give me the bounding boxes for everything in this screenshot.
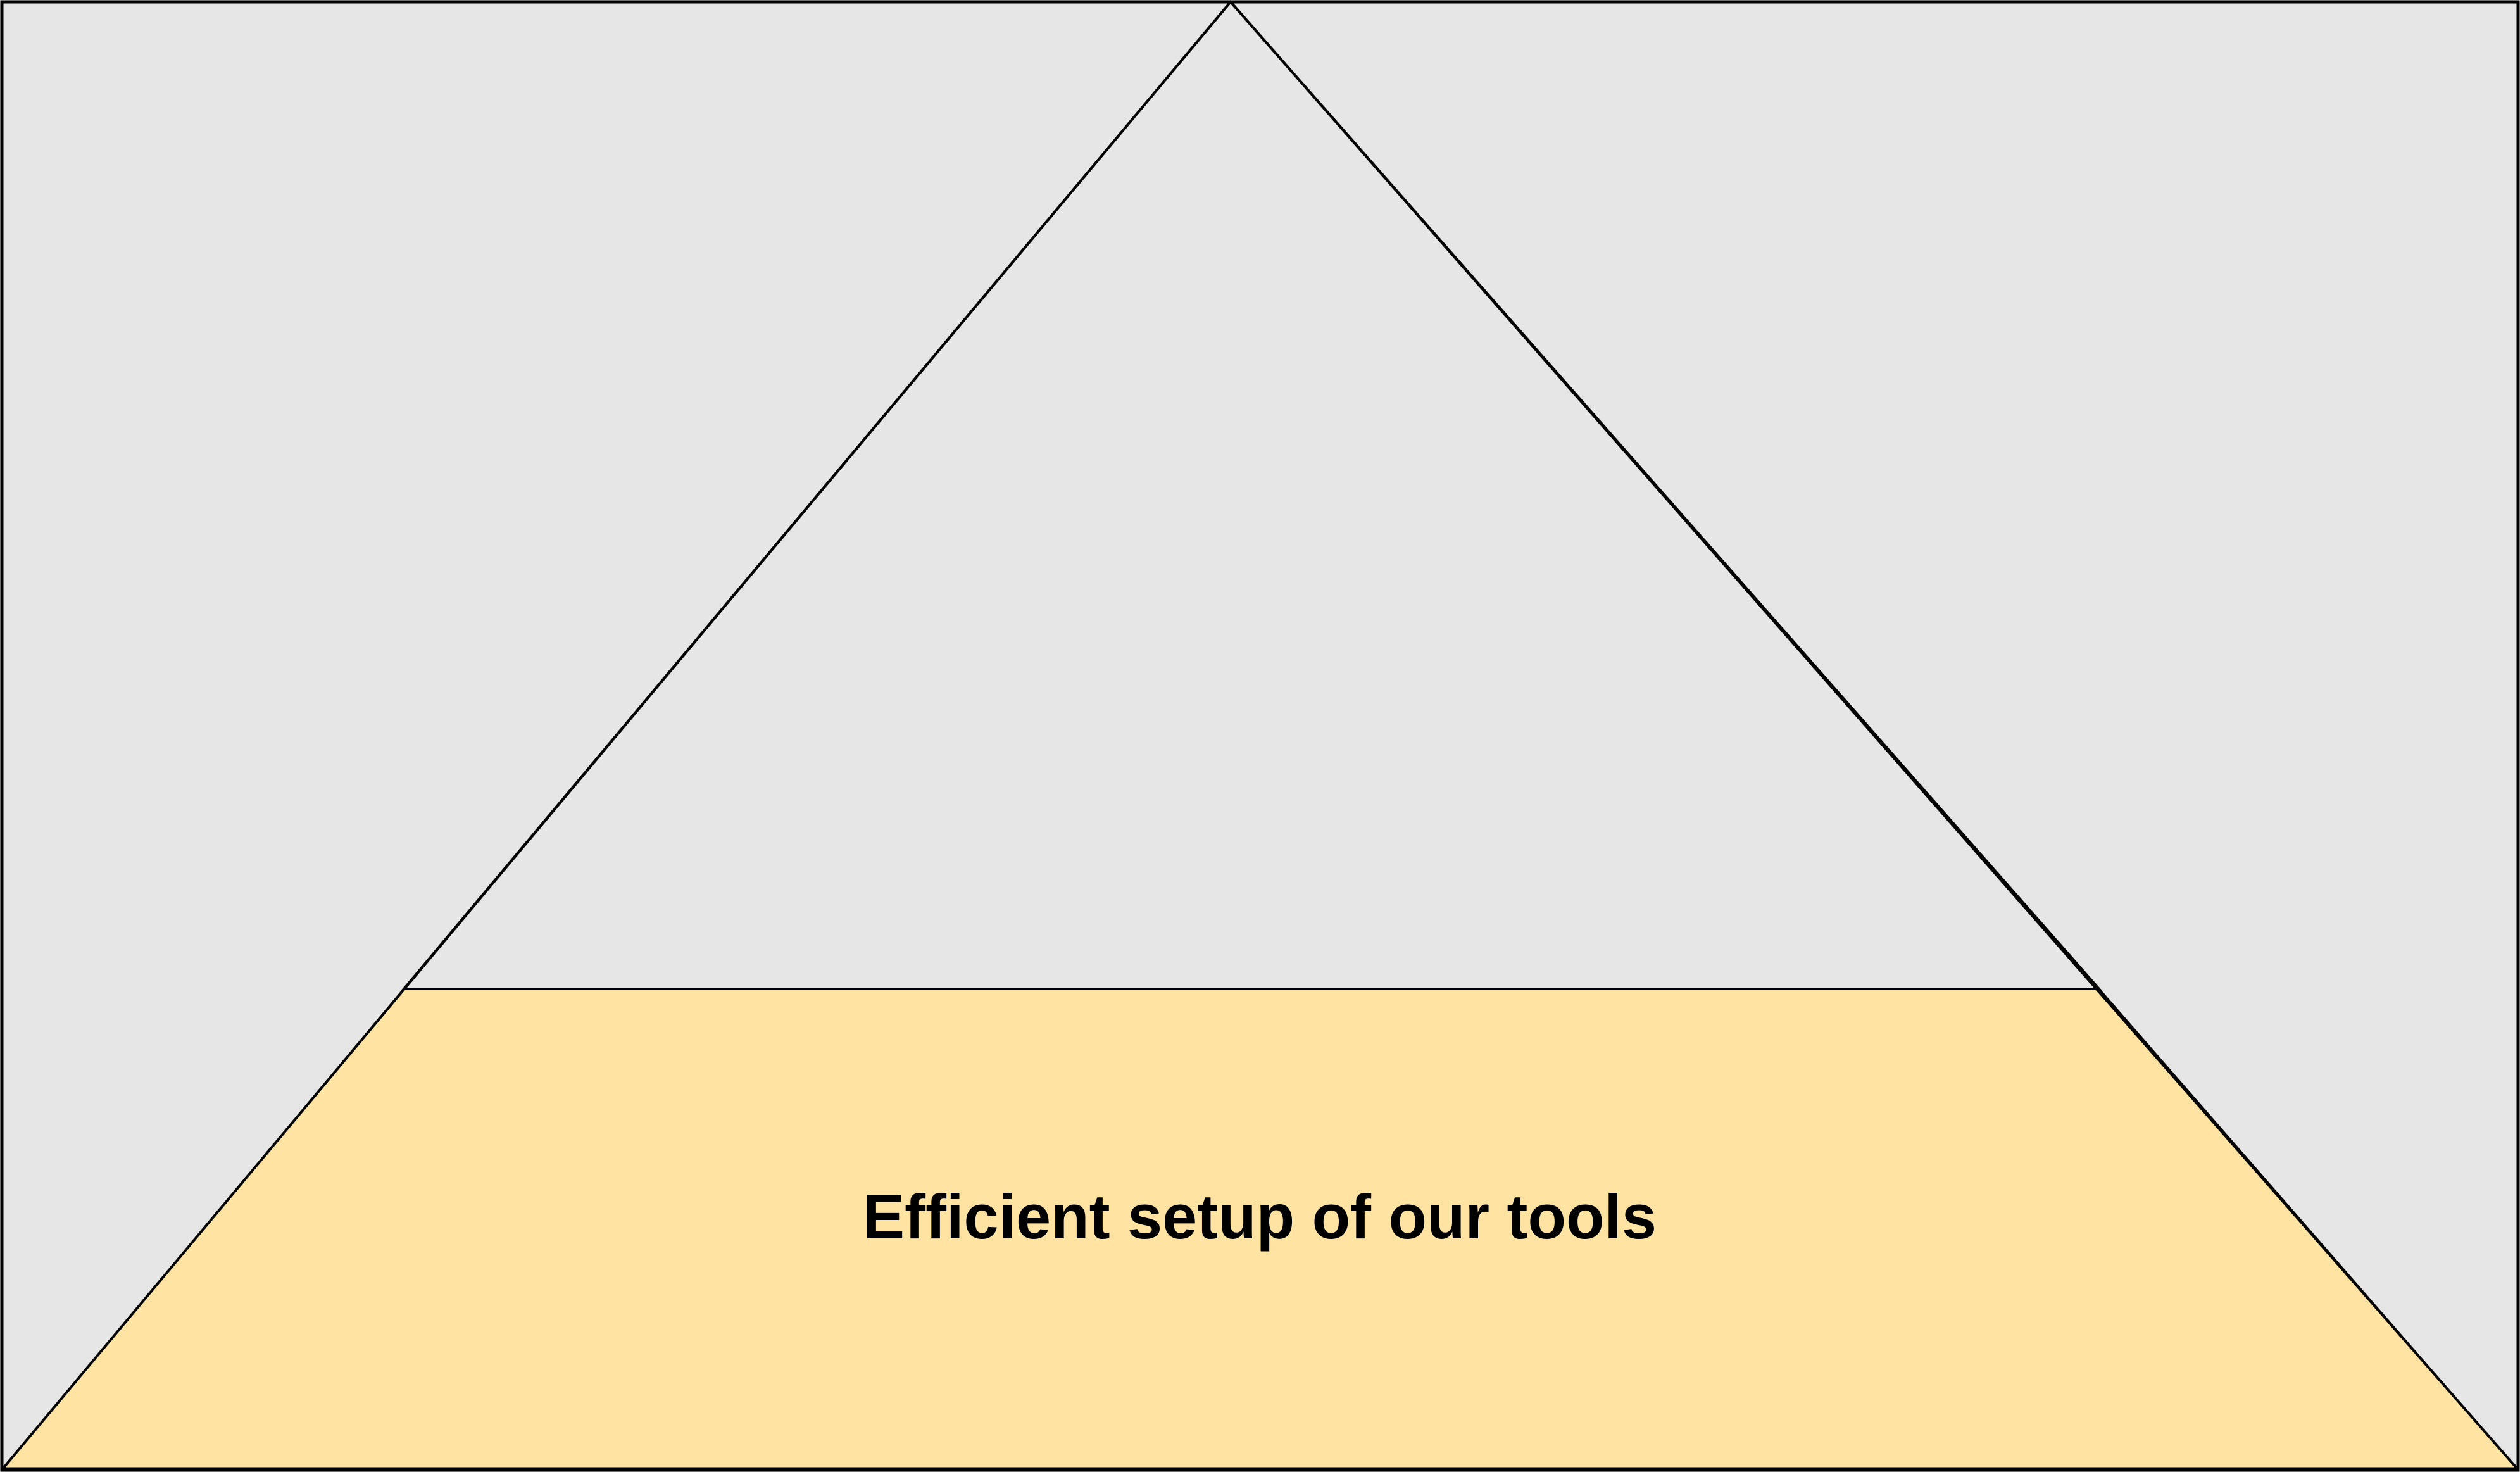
pyramid-diagram: Efficient setup of our tools [0, 0, 2520, 1472]
base-level-label: Efficient setup of our tools [863, 1181, 1657, 1252]
